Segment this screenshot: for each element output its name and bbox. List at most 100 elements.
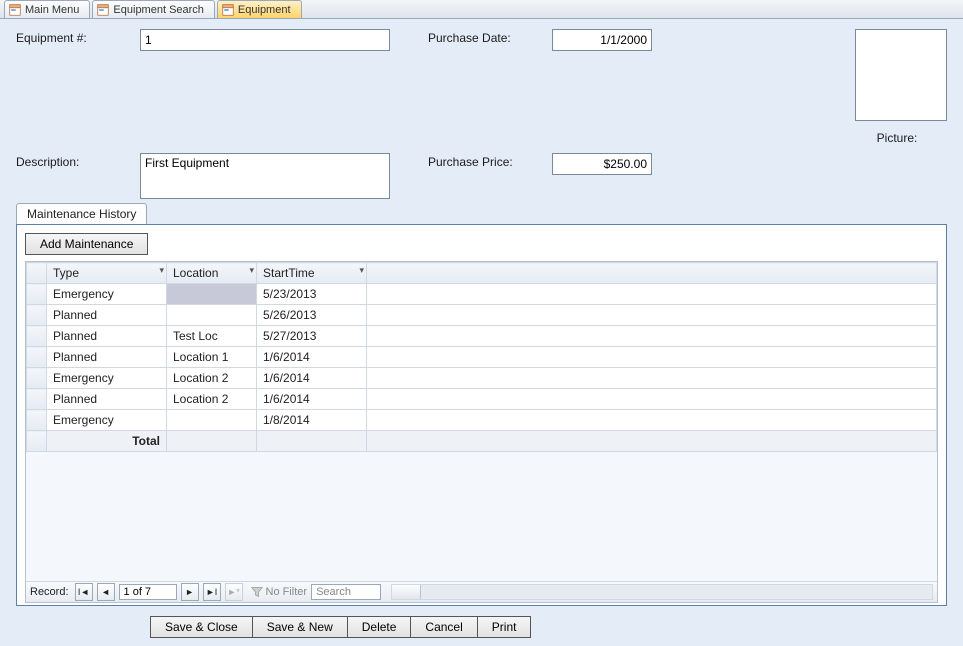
- col-header-starttime[interactable]: StartTime ▾: [257, 263, 367, 284]
- cell-starttime[interactable]: 1/6/2014: [257, 368, 367, 389]
- total-label: Total: [47, 431, 167, 452]
- chevron-down-icon[interactable]: ▾: [359, 265, 364, 276]
- cell-location[interactable]: Test Loc: [167, 326, 257, 347]
- tab-label: Main Menu: [25, 4, 79, 16]
- tab-label: Equipment: [238, 4, 291, 16]
- cell-blank: [367, 326, 937, 347]
- table-row[interactable]: PlannedLocation 21/6/2014: [27, 389, 937, 410]
- tab-equipment[interactable]: Equipment: [217, 0, 302, 18]
- row-selector[interactable]: [27, 284, 47, 305]
- table-row[interactable]: Planned 5/26/2013: [27, 305, 937, 326]
- scrollbar-thumb[interactable]: [392, 585, 421, 599]
- col-label: StartTime: [263, 266, 315, 280]
- chevron-down-icon[interactable]: ▾: [159, 265, 164, 276]
- cell-type[interactable]: Planned: [47, 389, 167, 410]
- cell-starttime[interactable]: 5/26/2013: [257, 305, 367, 326]
- print-button[interactable]: Print: [478, 616, 532, 638]
- form-icon: [9, 4, 21, 16]
- tab-main-menu[interactable]: Main Menu: [4, 0, 90, 18]
- maintenance-grid: Type ▾ Location ▾ StartTime ▾ Emergency 5/23…: [25, 261, 938, 603]
- tab-label: Equipment Search: [113, 4, 204, 16]
- description-input[interactable]: First Equipment: [140, 153, 390, 199]
- nav-next-button[interactable]: ►: [181, 583, 199, 601]
- cell-blank: [367, 389, 937, 410]
- table-row[interactable]: PlannedTest Loc5/27/2013: [27, 326, 937, 347]
- picture-label: Picture:: [847, 129, 947, 145]
- record-navigator: Record: I◄ ◄ ► ►I ►* No Filter: [26, 581, 937, 602]
- table-row[interactable]: Emergency 5/23/2013: [27, 284, 937, 305]
- cell-blank: [367, 368, 937, 389]
- picture-box[interactable]: [855, 29, 947, 121]
- cell-starttime[interactable]: 1/6/2014: [257, 389, 367, 410]
- cell-starttime[interactable]: 5/23/2013: [257, 284, 367, 305]
- cell-blank: [367, 347, 937, 368]
- cell-location[interactable]: [167, 305, 257, 326]
- table-row[interactable]: PlannedLocation 11/6/2014: [27, 347, 937, 368]
- cell-blank: [367, 410, 937, 431]
- nav-prev-button[interactable]: ◄: [97, 583, 115, 601]
- equipment-number-input[interactable]: [140, 29, 390, 51]
- col-label: Type: [53, 266, 79, 280]
- cell-type[interactable]: Planned: [47, 305, 167, 326]
- grid-header-row: Type ▾ Location ▾ StartTime ▾: [27, 263, 937, 284]
- save-close-button[interactable]: Save & Close: [150, 616, 253, 638]
- purchase-date-label: Purchase Date:: [428, 29, 548, 45]
- select-all-corner[interactable]: [27, 263, 47, 284]
- nav-last-button[interactable]: ►I: [203, 583, 221, 601]
- row-selector[interactable]: [27, 326, 47, 347]
- row-selector[interactable]: [27, 368, 47, 389]
- window-tab-bar: Main Menu Equipment Search Equipment: [0, 0, 963, 19]
- row-selector[interactable]: [27, 347, 47, 368]
- equipment-form-window: Main Menu Equipment Search Equipment Equ…: [0, 0, 963, 566]
- nav-first-button[interactable]: I◄: [75, 583, 93, 601]
- cell-starttime[interactable]: 1/6/2014: [257, 347, 367, 368]
- description-label: Description:: [16, 153, 136, 169]
- cell-type[interactable]: Planned: [47, 326, 167, 347]
- form-header: Equipment #: Purchase Date: Picture: Des…: [0, 19, 963, 203]
- purchase-price-input[interactable]: [552, 153, 652, 175]
- funnel-icon: [251, 586, 263, 598]
- nav-new-button[interactable]: ►*: [225, 583, 243, 601]
- search-input[interactable]: [311, 584, 381, 600]
- purchase-price-label: Purchase Price:: [428, 153, 548, 169]
- cancel-button[interactable]: Cancel: [411, 616, 477, 638]
- col-label: Location: [173, 266, 218, 280]
- horizontal-scrollbar[interactable]: [391, 584, 933, 600]
- table-row[interactable]: EmergencyLocation 21/6/2014: [27, 368, 937, 389]
- maintenance-history-panel: Add Maintenance Type ▾ Location ▾ StartTim…: [16, 224, 947, 606]
- filter-label: No Filter: [266, 586, 308, 598]
- col-header-location[interactable]: Location ▾: [167, 263, 257, 284]
- cell-type[interactable]: Emergency: [47, 284, 167, 305]
- tab-equipment-search[interactable]: Equipment Search: [92, 0, 215, 18]
- cell-starttime[interactable]: 5/27/2013: [257, 326, 367, 347]
- delete-button[interactable]: Delete: [348, 616, 412, 638]
- cell-location[interactable]: Location 2: [167, 368, 257, 389]
- col-header-type[interactable]: Type ▾: [47, 263, 167, 284]
- col-header-blank: [367, 263, 937, 284]
- record-position-input[interactable]: [119, 584, 177, 600]
- filter-indicator[interactable]: No Filter: [251, 586, 308, 598]
- action-bar: Save & Close Save & New Delete Cancel Pr…: [0, 612, 963, 646]
- add-maintenance-button[interactable]: Add Maintenance: [25, 233, 148, 255]
- cell-location[interactable]: Location 2: [167, 389, 257, 410]
- purchase-date-input[interactable]: [552, 29, 652, 51]
- cell-blank: [367, 284, 937, 305]
- chevron-down-icon[interactable]: ▾: [249, 265, 254, 276]
- row-selector[interactable]: [27, 410, 47, 431]
- record-label: Record:: [30, 586, 69, 598]
- cell-location[interactable]: [167, 410, 257, 431]
- row-selector[interactable]: [27, 389, 47, 410]
- table-row[interactable]: Emergency 1/8/2014: [27, 410, 937, 431]
- save-new-button[interactable]: Save & New: [253, 616, 348, 638]
- cell-type[interactable]: Emergency: [47, 368, 167, 389]
- row-selector[interactable]: [27, 305, 47, 326]
- cell-location[interactable]: [167, 284, 257, 305]
- cell-location[interactable]: Location 1: [167, 347, 257, 368]
- tab-maintenance-history[interactable]: Maintenance History: [16, 203, 147, 224]
- cell-type[interactable]: Planned: [47, 347, 167, 368]
- cell-starttime[interactable]: 1/8/2014: [257, 410, 367, 431]
- cell-type[interactable]: Emergency: [47, 410, 167, 431]
- total-row: Total: [27, 431, 937, 452]
- grid-scroll-region[interactable]: Type ▾ Location ▾ StartTime ▾ Emergency 5/23…: [26, 262, 937, 581]
- equipment-number-label: Equipment #:: [16, 29, 136, 45]
